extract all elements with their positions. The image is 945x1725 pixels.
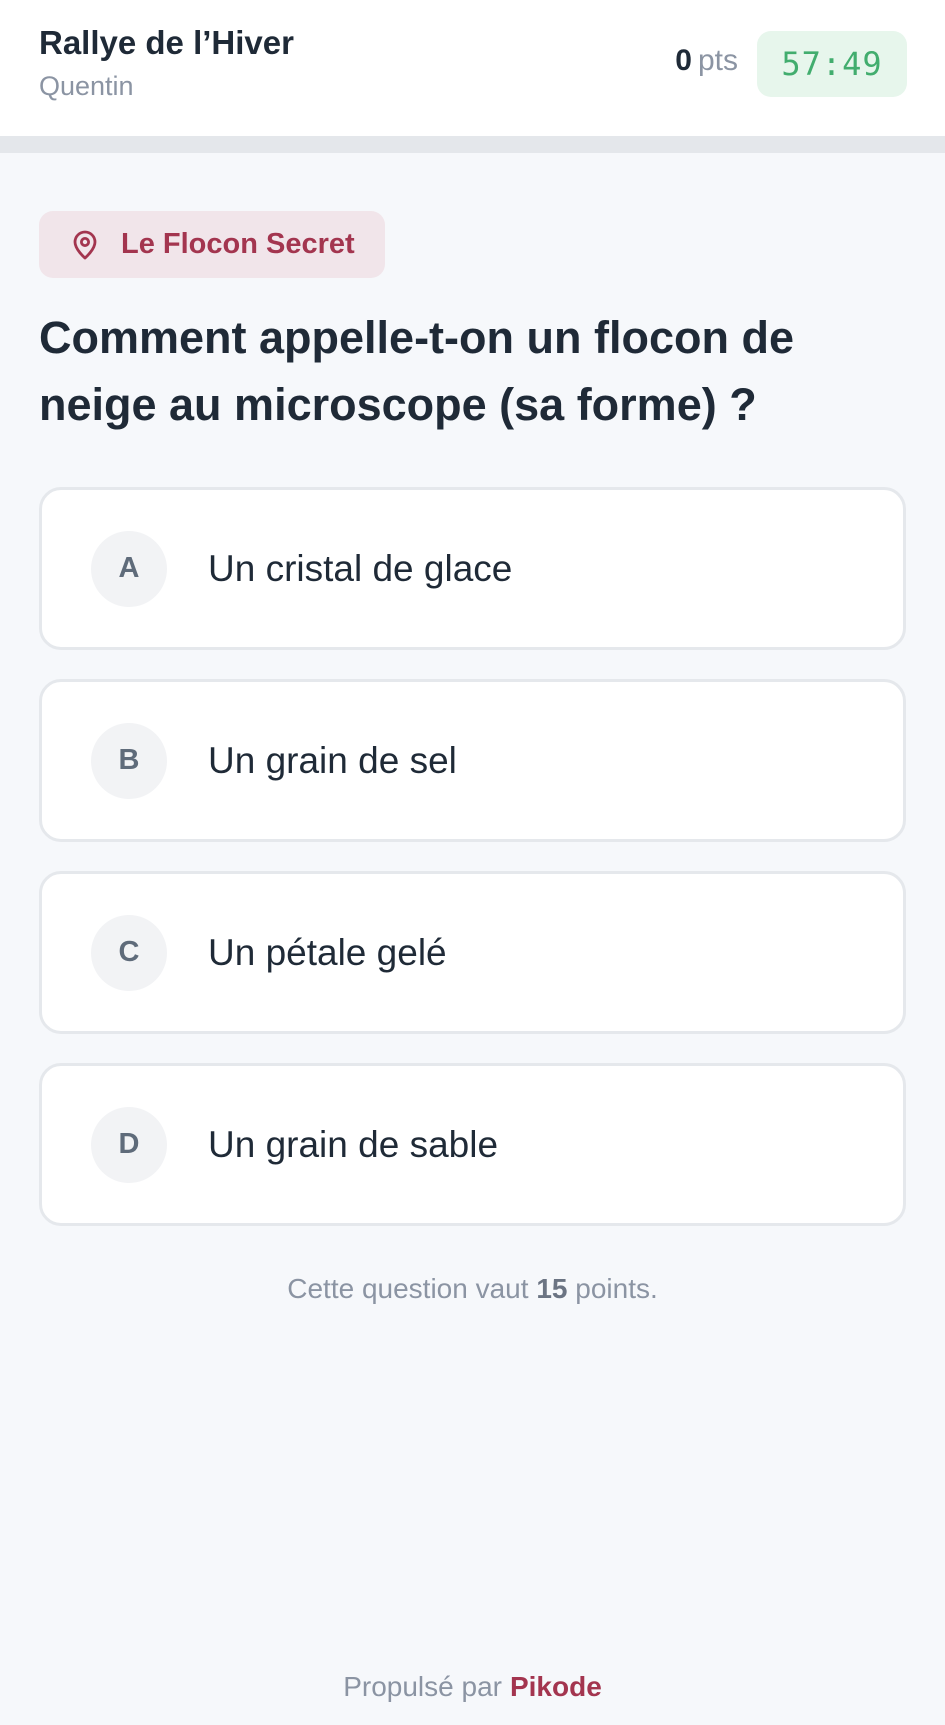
answer-text: Un cristal de glace [208, 547, 513, 589]
top-bar: Rallye de l’Hiver Quentin 0 pts 57:49 [0, 0, 945, 136]
answer-option-b[interactable]: B Un grain de sel [39, 679, 906, 842]
answer-list: A Un cristal de glace B Un grain de sel … [39, 487, 906, 1255]
progress-bar [0, 136, 945, 153]
location-label: Le Flocon Secret [121, 228, 355, 260]
location-pin-icon [69, 229, 101, 261]
powered-by-footer: Propulsé par Pikode [0, 1671, 945, 1703]
footer-prefix: Propulsé par [343, 1671, 502, 1702]
question-text: Comment appelle-t-on un flocon de neige … [39, 312, 794, 430]
game-title: Rallye de l’Hiver [39, 24, 294, 61]
answer-option-a[interactable]: A Un cristal de glace [39, 487, 906, 650]
location-badge: Le Flocon Secret [39, 211, 385, 278]
player-name: Quentin [39, 71, 134, 101]
question-points-note: Cette question vaut 15 points. [0, 1273, 945, 1305]
quiz-page: Rallye de l’Hiver Quentin 0 pts 57:49 Le … [0, 0, 945, 1725]
answer-text: Un grain de sel [208, 739, 457, 781]
answer-text: Un pétale gelé [208, 931, 447, 973]
answer-text: Un grain de sable [208, 1123, 499, 1165]
answer-letter-badge: A [91, 530, 167, 607]
points-note-suffix: points. [575, 1273, 658, 1304]
points-note-prefix: Cette question vaut [287, 1273, 529, 1304]
score-unit: pts [697, 44, 738, 77]
points-value: 15 [536, 1273, 568, 1304]
score-display: 0 pts [675, 44, 738, 78]
countdown-timer: 57:49 [757, 31, 907, 97]
answer-letter-badge: D [91, 1106, 167, 1183]
answer-letter-badge: C [91, 914, 167, 991]
answer-option-c[interactable]: C Un pétale gelé [39, 871, 906, 1034]
answer-letter-badge: B [91, 722, 167, 799]
score-value: 0 [675, 44, 692, 77]
answer-option-d[interactable]: D Un grain de sable [39, 1063, 906, 1226]
brand-link[interactable]: Pikode [510, 1671, 602, 1702]
